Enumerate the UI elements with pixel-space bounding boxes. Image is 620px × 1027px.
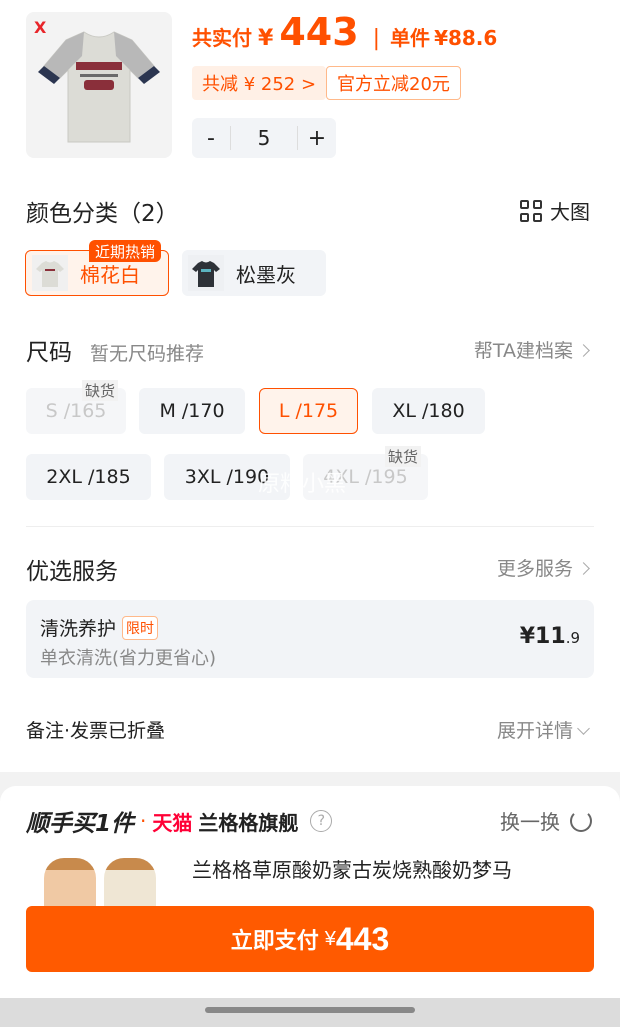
quantity-stepper: - 5 + [192, 118, 336, 158]
total-price-line: 共实付 ¥ 443 | 单件 ¥88.6 [192, 10, 497, 60]
swap-label: 换一换 [500, 810, 560, 834]
add-one-title: 顺手买1件 [26, 811, 135, 837]
order-sheet: X 共实付 ¥ 443 | 单件 ¥88.6 共减 ¥ 252 > 官方立减20… [0, 0, 620, 772]
service-name-row: 清洗养护 限时 [40, 614, 159, 641]
recommended-item-title[interactable]: 兰格格草原酸奶蒙古炭烧熟酸奶梦马 [192, 854, 512, 883]
color-option-label: 棉花白 [80, 262, 140, 287]
service-price-main: ¥11 [519, 624, 566, 649]
unit-label: 单件 [390, 26, 431, 50]
grid-icon [520, 199, 542, 222]
quantity-input[interactable]: 5 [230, 126, 298, 150]
product-thumbnail[interactable]: X [26, 12, 172, 158]
color-option-gray[interactable]: 松墨灰 [182, 250, 326, 296]
service-price-decimal: .9 [565, 629, 580, 647]
system-nav-bar [0, 998, 620, 1027]
color-option-label: 松墨灰 [236, 262, 296, 287]
white-shirt-thumb [32, 255, 68, 291]
increase-button[interactable]: + [298, 126, 336, 151]
expand-details-label: 展开详情 [496, 720, 573, 742]
service-section-title: 优选服务 [26, 559, 118, 585]
pay-currency: ¥ [324, 927, 336, 950]
size-option-l[interactable]: L /175 [259, 388, 358, 434]
currency-symbol: ¥ [258, 26, 274, 51]
shop-name: 兰格格旗舰 [198, 810, 299, 835]
service-name: 清洗养护 [40, 618, 117, 640]
notes-invoice-label: 备注·发票已折叠 [26, 720, 166, 742]
help-icon[interactable]: ? [310, 810, 333, 832]
size-option-2xl[interactable]: 2XL /185 [26, 454, 151, 500]
recommendation-header: 顺手买1件 · 天猫 兰格格旗舰 ? [26, 804, 333, 838]
brand-logo: X [34, 18, 47, 37]
service-desc: 单衣清洗(省力更省心) [40, 648, 217, 669]
price-separator: | [372, 26, 381, 51]
big-image-button[interactable]: 大图 [520, 196, 590, 225]
size-section-header: 尺码 暂无尺码推荐 [26, 333, 204, 367]
more-services-link[interactable]: 更多服务 [496, 554, 590, 581]
service-price: ¥11.9 [520, 624, 580, 649]
section-divider [26, 526, 594, 527]
laundry-service-card[interactable]: 清洗养护 限时 单衣清洗(省力更省心) ¥11.9 [26, 600, 594, 678]
big-image-label: 大图 [550, 200, 590, 224]
chevron-right-icon [577, 344, 590, 357]
size-option-xl[interactable]: XL /180 [372, 388, 485, 434]
gray-shirt-thumb [188, 255, 224, 291]
title-dot: · [140, 809, 147, 833]
hot-sale-badge: 近期热销 [89, 240, 162, 262]
home-indicator[interactable] [205, 1007, 415, 1013]
unit-price: ¥88.6 [434, 26, 498, 50]
out-of-stock-badge: 缺货 [385, 446, 422, 467]
more-services-label: 更多服务 [496, 558, 573, 580]
chevron-down-icon [577, 722, 590, 735]
create-profile-link[interactable]: 帮TA建档案 [473, 336, 590, 363]
limited-time-badge: 限时 [122, 615, 159, 640]
discount-total-tag[interactable]: 共减 ¥ 252 > [192, 66, 327, 100]
chevron-right-icon [577, 562, 590, 575]
pay-amount: 443 [335, 920, 390, 957]
decrease-button[interactable]: - [192, 126, 230, 151]
pay-now-button[interactable]: 立即支付 ¥ 443 [26, 906, 594, 972]
pay-now-label: 立即支付 [230, 928, 319, 953]
total-amount: 443 [279, 10, 359, 54]
total-label: 共实付 [192, 26, 252, 50]
tshirt-image [38, 31, 160, 143]
size-section-title: 尺码 [26, 340, 72, 366]
official-discount-tag: 官方立减20元 [326, 66, 461, 100]
expand-details-link[interactable]: 展开详情 [496, 716, 590, 743]
refresh-icon [570, 809, 592, 832]
size-option-m[interactable]: M /170 [139, 388, 245, 434]
color-section-title: 颜色分类（2） [26, 201, 179, 227]
out-of-stock-badge: 缺货 [82, 380, 119, 401]
watermark: 原料小黑 [258, 472, 347, 497]
size-recommend-text: 暂无尺码推荐 [90, 343, 205, 365]
swap-button[interactable]: 换一换 [500, 806, 592, 835]
create-profile-label: 帮TA建档案 [473, 340, 573, 362]
tmall-label: 天猫 [152, 810, 193, 835]
